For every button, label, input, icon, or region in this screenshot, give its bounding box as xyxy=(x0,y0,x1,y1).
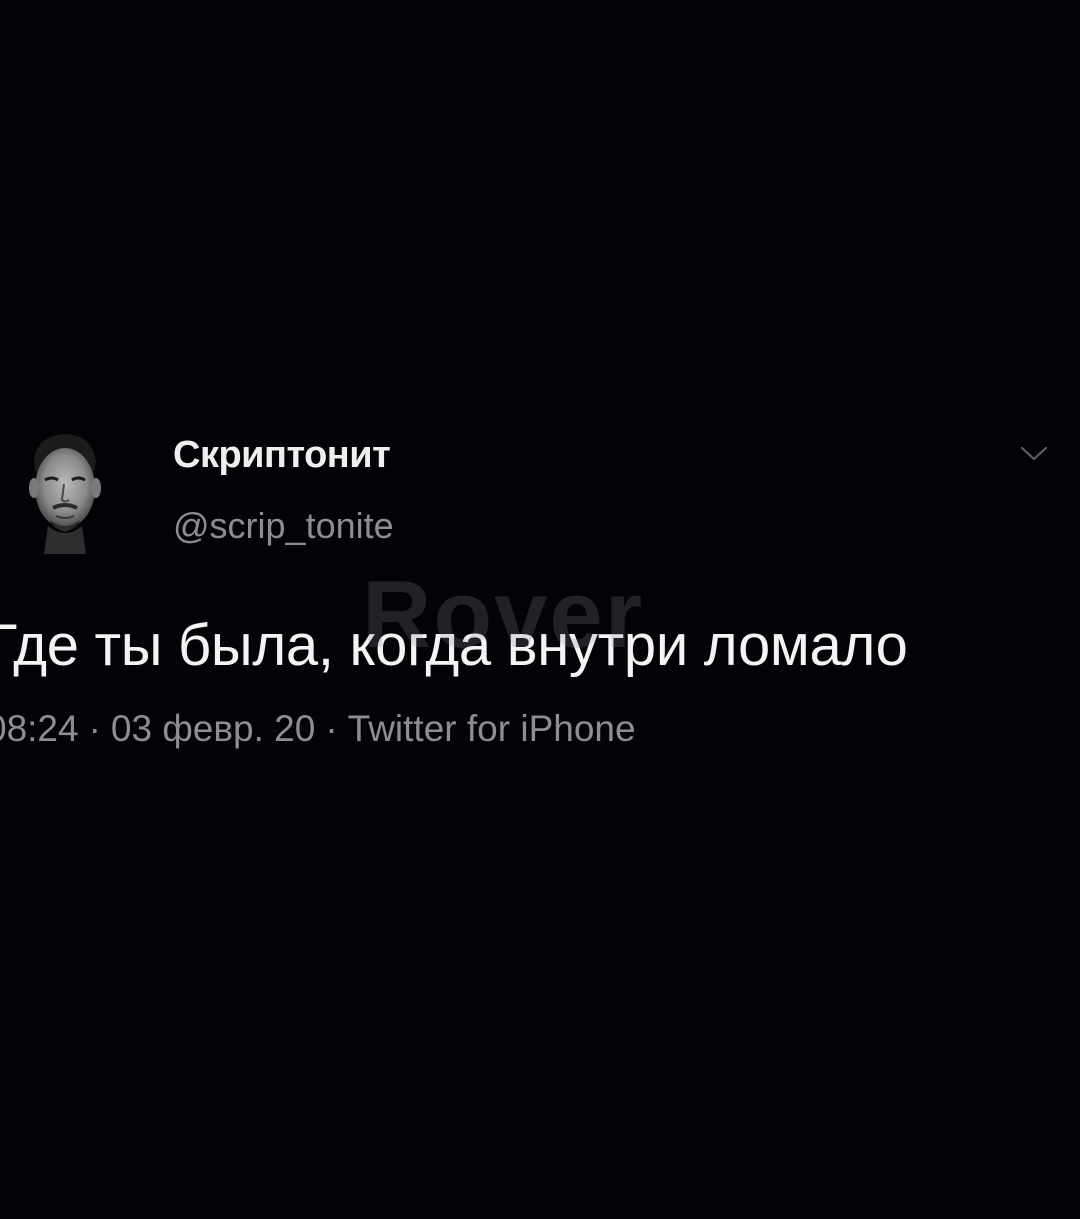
separator: · xyxy=(325,708,338,749)
display-name[interactable]: Скриптонит xyxy=(173,434,391,477)
tweet-text: Где ты была, когда внутри ломало xyxy=(0,613,908,678)
avatar-photo-icon xyxy=(29,434,101,554)
tweet-card: Скриптонит @scrip_tonite Где ты была, ко… xyxy=(0,0,1080,1219)
user-handle[interactable]: @scrip_tonite xyxy=(173,505,394,547)
tweet-source[interactable]: Twitter for iPhone xyxy=(348,708,636,749)
separator: · xyxy=(88,708,101,749)
background-dot-pattern xyxy=(0,840,380,1219)
tweet-time[interactable]: 08:24 xyxy=(0,708,79,749)
avatar[interactable] xyxy=(20,428,110,554)
chevron-down-icon[interactable] xyxy=(1016,443,1052,465)
tweet-date[interactable]: 03 февр. 20 xyxy=(111,708,315,749)
tweet-metadata: 08:24·03 февр. 20·Twitter for iPhone xyxy=(0,708,636,750)
